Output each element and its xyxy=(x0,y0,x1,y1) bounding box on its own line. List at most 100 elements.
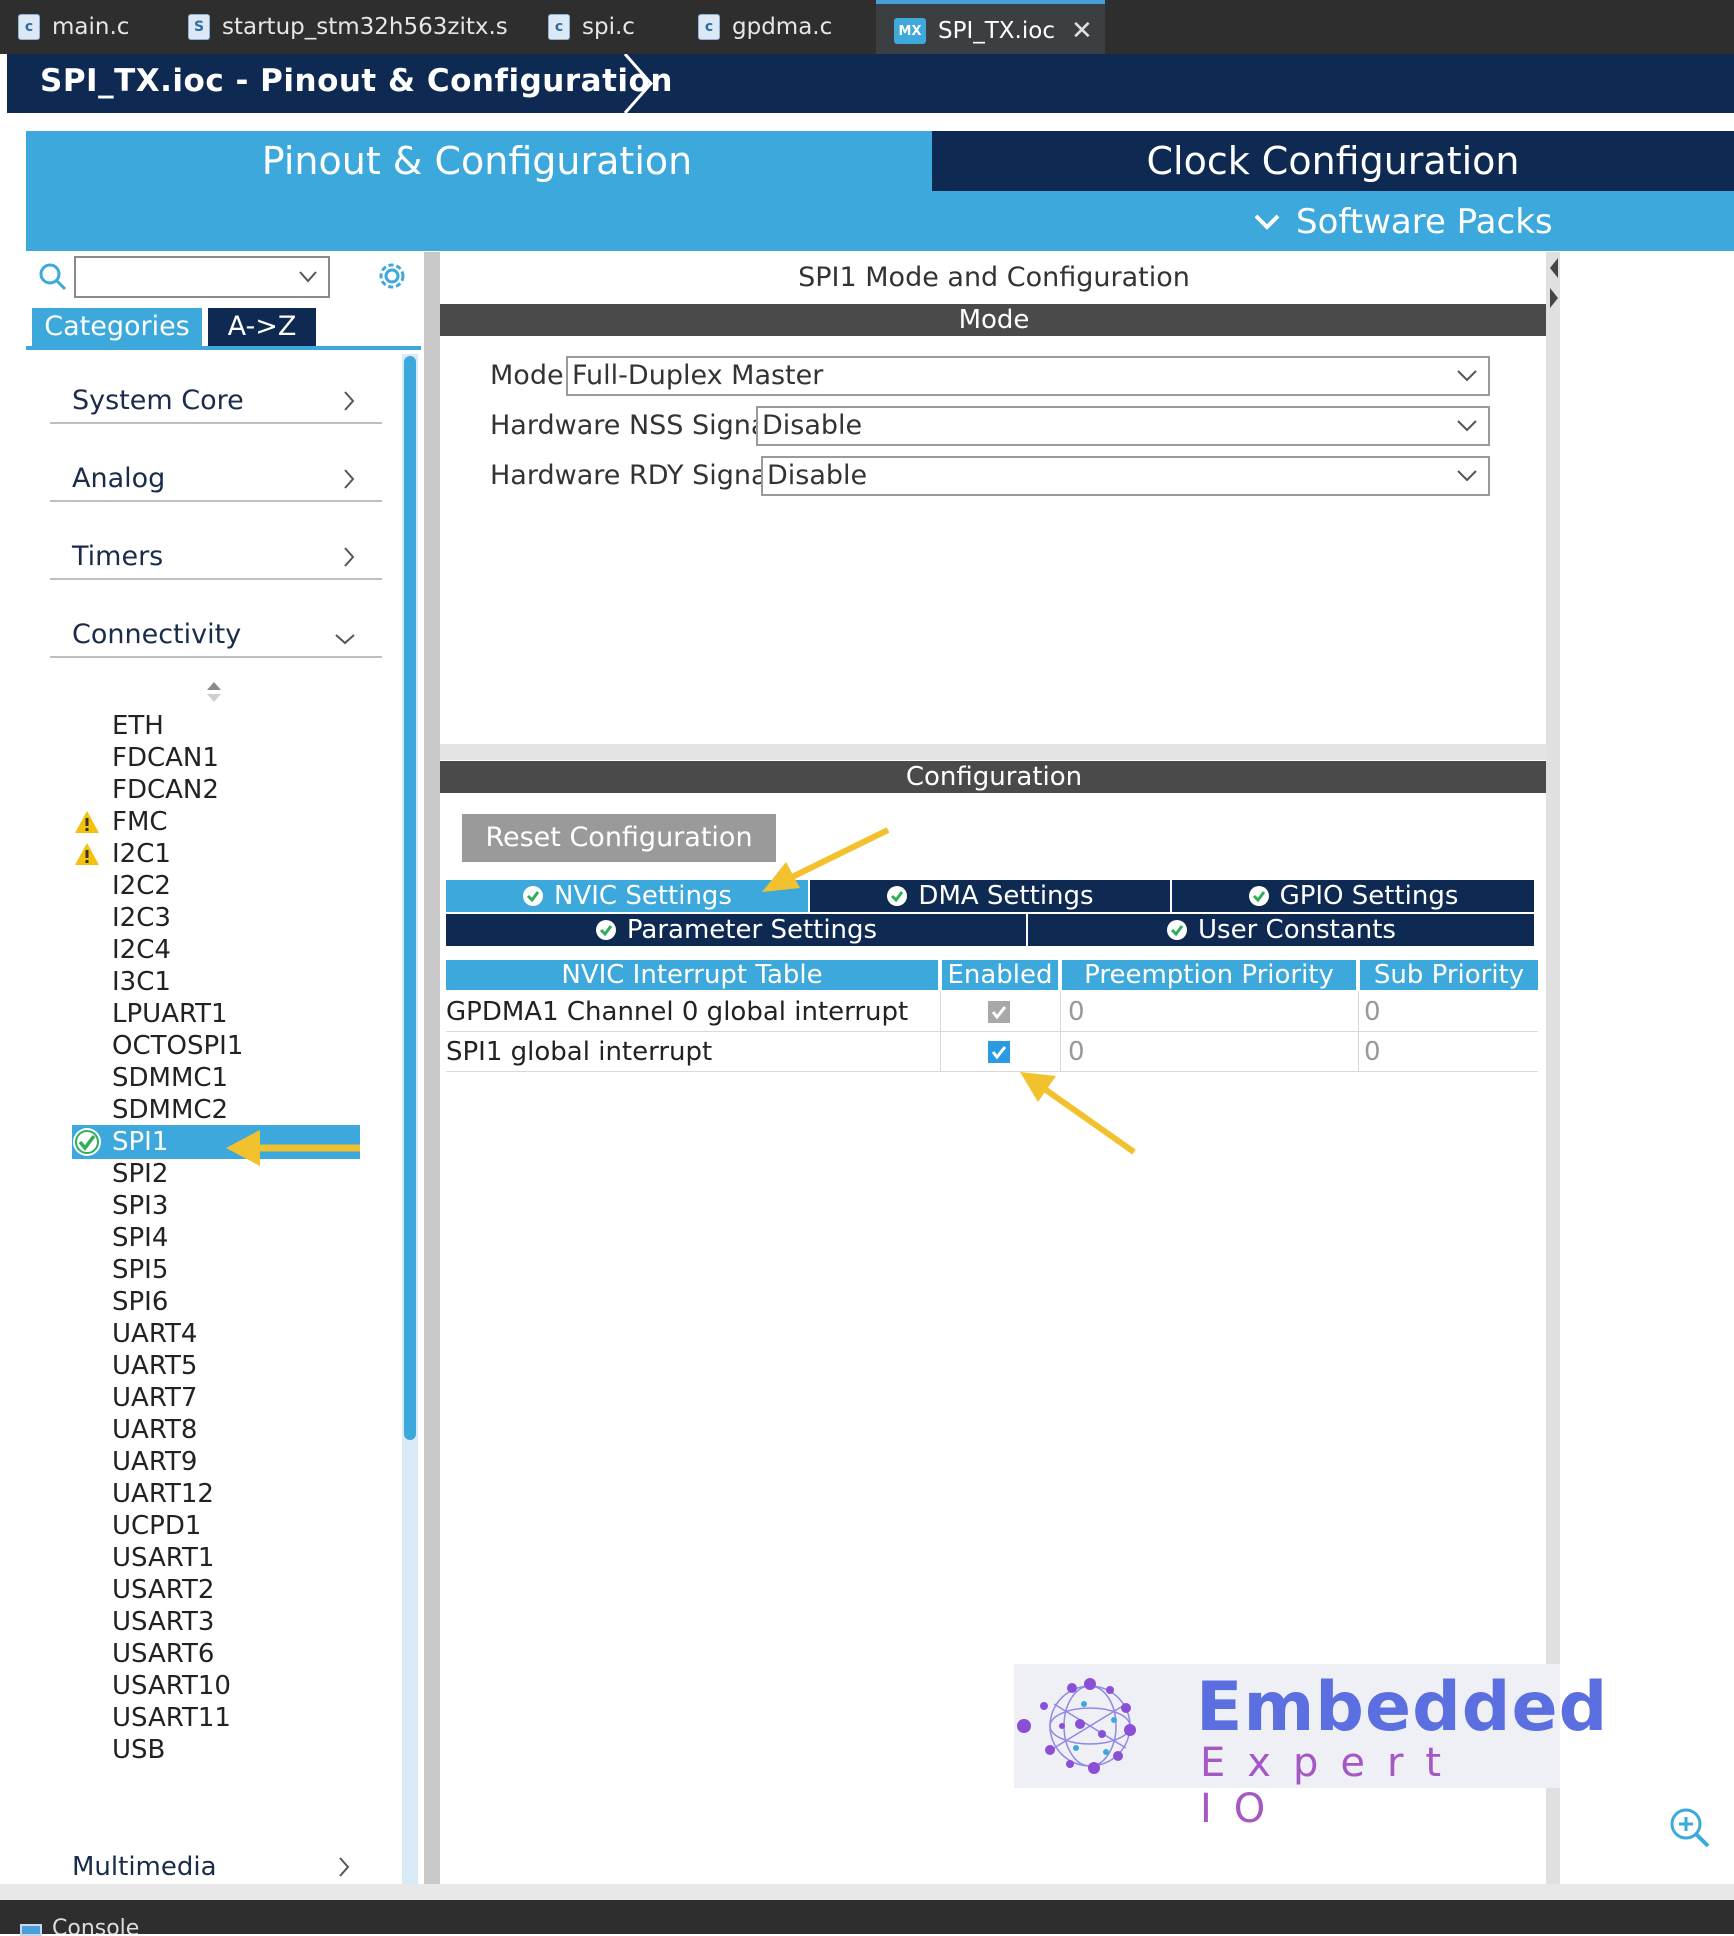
chevron-right-icon xyxy=(344,547,355,567)
column-divider xyxy=(940,992,941,1032)
category-analog[interactable]: Analog xyxy=(50,426,382,502)
enabled-checkbox-locked[interactable] xyxy=(988,1001,1010,1023)
list-item[interactable]: SPI4 xyxy=(112,1222,168,1254)
breadcrumb-label: SPI_TX.ioc - Pinout & Configuration xyxy=(40,63,673,99)
tab-a-z[interactable]: A->Z xyxy=(208,308,316,346)
list-item[interactable]: USART2 xyxy=(112,1574,214,1606)
close-icon[interactable]: ✕ xyxy=(1071,16,1093,46)
tab-pinout-configuration[interactable]: Pinout & Configuration xyxy=(26,131,928,191)
tab-dma-settings[interactable]: DMA Settings xyxy=(810,880,1170,912)
list-item[interactable]: SPI5 xyxy=(112,1254,168,1286)
preemption-priority[interactable]: 0 xyxy=(1068,992,1085,1032)
list-item[interactable]: I3C1 xyxy=(112,966,171,998)
list-item[interactable]: FMC xyxy=(112,806,168,838)
category-label: Timers xyxy=(72,541,164,572)
list-item[interactable]: LPUART1 xyxy=(112,998,228,1030)
panel-divider[interactable] xyxy=(440,744,1548,760)
list-item[interactable]: USART11 xyxy=(112,1702,231,1734)
enabled-checkbox[interactable] xyxy=(988,1041,1010,1063)
list-item[interactable]: ETH xyxy=(112,710,164,742)
list-item[interactable]: USART3 xyxy=(112,1606,214,1638)
list-item[interactable]: FDCAN1 xyxy=(112,742,219,774)
tab-user-constants[interactable]: User Constants xyxy=(1028,914,1534,946)
category-label: Connectivity xyxy=(72,619,242,650)
category-timers[interactable]: Timers xyxy=(50,504,382,580)
reset-configuration-button[interactable]: Reset Configuration xyxy=(462,814,776,862)
panel-splitter[interactable] xyxy=(424,252,440,1884)
list-item[interactable]: FDCAN2 xyxy=(112,774,219,806)
list-item[interactable]: SDMMC1 xyxy=(112,1062,228,1094)
embedded-expert-io-logo: Embedded Expert IO xyxy=(1014,1664,1607,1832)
gear-icon[interactable] xyxy=(374,258,410,294)
tab-gpio-settings[interactable]: GPIO Settings xyxy=(1172,880,1534,912)
list-item[interactable]: UART4 xyxy=(112,1318,197,1350)
list-item[interactable]: I2C1 xyxy=(112,838,171,870)
editor-tab-gpdma-c[interactable]: c gpdma.c xyxy=(680,0,832,54)
c-file-icon: c xyxy=(698,14,720,40)
zoom-in-icon[interactable] xyxy=(1668,1806,1712,1850)
list-item[interactable]: USART6 xyxy=(112,1638,214,1670)
brain-network-icon xyxy=(1017,1678,1136,1774)
warning-icon xyxy=(75,843,99,865)
editor-tab-spi-c[interactable]: c spi.c xyxy=(530,0,635,54)
category-connectivity[interactable]: Connectivity xyxy=(50,582,382,658)
tab-categories[interactable]: Categories xyxy=(32,308,202,346)
mode-select[interactable]: Full-Duplex Master xyxy=(566,356,1490,396)
list-item[interactable]: SDMMC2 xyxy=(112,1094,228,1126)
nss-select[interactable]: Disable xyxy=(756,406,1490,446)
sub-priority[interactable]: 0 xyxy=(1364,1032,1381,1072)
sub-priority[interactable]: 0 xyxy=(1364,992,1381,1032)
editor-tab-startup-s[interactable]: S startup_stm32h563zitx.s xyxy=(170,0,508,54)
chevron-right-icon[interactable] xyxy=(337,1856,351,1878)
editor-tab-spi-tx-ioc[interactable]: MX SPI_TX.ioc ✕ xyxy=(876,0,1105,58)
tab-label: Parameter Settings xyxy=(626,915,878,945)
console-label[interactable]: Console xyxy=(52,1916,139,1934)
rdy-select-value: Disable xyxy=(767,460,868,491)
list-item[interactable]: SPI3 xyxy=(112,1190,168,1222)
check-circle-icon xyxy=(887,886,908,906)
right-panel-edge[interactable] xyxy=(1546,252,1560,1884)
sort-arrows-icon[interactable] xyxy=(205,680,223,704)
list-item[interactable]: USB xyxy=(112,1734,165,1766)
list-item[interactable]: UART7 xyxy=(112,1382,197,1414)
list-item[interactable]: UART5 xyxy=(112,1350,197,1382)
list-item[interactable]: SPI6 xyxy=(112,1286,168,1318)
rdy-select[interactable]: Disable xyxy=(761,456,1490,496)
chevron-down-icon xyxy=(1457,470,1477,482)
list-item[interactable]: OCTOSPI1 xyxy=(112,1030,243,1062)
panel-title: SPI1 Mode and Configuration xyxy=(798,262,1190,293)
column-header-preemption[interactable]: Preemption Priority xyxy=(1062,960,1356,990)
tab-clock-configuration[interactable]: Clock Configuration xyxy=(932,131,1734,191)
search-icon[interactable] xyxy=(38,262,68,292)
collapse-panel-icon[interactable] xyxy=(1548,256,1560,312)
list-item[interactable]: I2C3 xyxy=(112,902,171,934)
tab-nvic-settings[interactable]: NVIC Settings xyxy=(446,880,808,912)
list-item[interactable]: UART8 xyxy=(112,1414,197,1446)
column-header-interrupt[interactable]: NVIC Interrupt Table xyxy=(446,960,938,990)
chevron-down-icon[interactable] xyxy=(298,270,318,284)
search-input[interactable] xyxy=(74,256,330,298)
list-item[interactable]: I2C4 xyxy=(112,934,171,966)
category-system-core[interactable]: System Core xyxy=(50,348,382,424)
list-item[interactable]: UART9 xyxy=(112,1446,197,1478)
side-panel xyxy=(1562,252,1734,1884)
tab-parameter-settings[interactable]: Parameter Settings xyxy=(446,914,1026,946)
editor-tab-main-c[interactable]: c main.c xyxy=(0,0,129,54)
list-item[interactable]: I2C2 xyxy=(112,870,171,902)
category-multimedia[interactable]: Multimedia xyxy=(72,1852,217,1880)
list-item[interactable]: USART10 xyxy=(112,1670,231,1702)
software-packs-menu[interactable]: Software Packs xyxy=(1252,198,1553,246)
editor-tab-label: startup_stm32h563zitx.s xyxy=(222,14,508,40)
list-item[interactable]: USART1 xyxy=(112,1542,214,1574)
column-header-enabled[interactable]: Enabled xyxy=(942,960,1058,990)
list-item[interactable]: UART12 xyxy=(112,1478,214,1510)
list-item[interactable]: UCPD1 xyxy=(112,1510,201,1542)
list-item[interactable]: SPI2 xyxy=(112,1158,168,1190)
list-item[interactable]: SPI1 xyxy=(112,1126,168,1158)
column-divider xyxy=(1358,992,1359,1032)
tab-label: DMA Settings xyxy=(918,881,1094,911)
column-header-sub-priority[interactable]: Sub Priority xyxy=(1360,960,1538,990)
left-scrollbar-thumb[interactable] xyxy=(404,356,416,1440)
preemption-priority[interactable]: 0 xyxy=(1068,1032,1085,1072)
console-icon[interactable] xyxy=(20,1924,42,1936)
